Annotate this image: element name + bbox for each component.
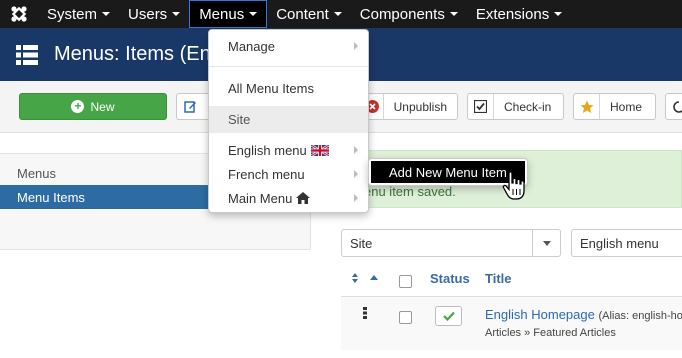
table-row	[341, 297, 682, 350]
plus-circle-icon: +	[71, 100, 85, 113]
caret-down-icon	[102, 12, 111, 16]
nav-system[interactable]: System	[38, 0, 119, 28]
list-icon	[16, 44, 38, 66]
joomla-logo-icon[interactable]	[0, 0, 38, 28]
page-title: Menus: Items (En	[54, 43, 211, 65]
checkin-button[interactable]: Check-in	[467, 93, 564, 120]
unpublish-button[interactable]: Unpublish	[362, 93, 458, 120]
nav-extensions[interactable]: Extensions	[467, 0, 571, 28]
nav-components[interactable]: Components	[351, 0, 467, 28]
nav-users[interactable]: Users	[119, 0, 189, 28]
drag-handle-icon[interactable]	[363, 307, 367, 322]
star-icon	[574, 94, 600, 119]
caret-down-icon	[172, 12, 181, 16]
chevron-right-icon	[354, 170, 358, 178]
home-button[interactable]: Home	[573, 93, 656, 120]
menu-item-english-menu[interactable]: English menu	[209, 138, 368, 162]
chevron-down-icon	[532, 230, 560, 256]
menu-item-all-menu-items[interactable]: All Menu Items	[209, 76, 368, 100]
menu-item-manage[interactable]: Manage	[209, 34, 368, 58]
checkbox-checked-icon	[468, 94, 494, 119]
edit-icon	[177, 94, 203, 119]
row-title: English Homepage (Alias: english-ho	[485, 307, 682, 322]
menu-item-french-menu[interactable]: French menu	[209, 162, 368, 186]
menu-item-main-menu[interactable]: Main Menu	[209, 186, 368, 210]
caret-down-icon	[449, 12, 458, 16]
nav-content[interactable]: Content	[267, 0, 351, 28]
nav-menus[interactable]: Menus	[189, 0, 268, 28]
top-navbar: System Users Menus Content Components Ex…	[0, 0, 682, 28]
menus-dropdown: Manage All Menu Items Site English menu …	[208, 29, 369, 213]
caret-down-icon	[554, 12, 563, 16]
edit-button[interactable]	[176, 93, 210, 120]
caret-down-icon	[249, 12, 258, 16]
select-all-checkbox[interactable]	[399, 275, 412, 288]
menu-select[interactable]: English menu	[571, 229, 682, 257]
row-title-link[interactable]: English Homepage	[485, 307, 595, 322]
title-column-header[interactable]: Title	[485, 271, 512, 286]
help-button[interactable]	[665, 93, 682, 120]
uk-flag-icon	[310, 144, 329, 156]
menu-divider	[209, 66, 368, 67]
hand-pointer-icon	[500, 170, 530, 202]
published-toggle[interactable]	[435, 306, 462, 326]
menu-item-site[interactable]: Site	[209, 106, 368, 133]
chevron-right-icon	[354, 146, 358, 154]
sort-arrows-icon[interactable]	[351, 272, 379, 287]
home-icon	[296, 192, 311, 204]
chevron-right-icon	[354, 42, 358, 50]
caret-down-icon	[333, 12, 342, 16]
check-icon	[442, 311, 455, 321]
chevron-right-icon	[354, 194, 358, 202]
row-alias: (Alias: english-ho	[598, 310, 682, 322]
row-subtitle: Articles » Featured Articles	[485, 327, 616, 339]
status-column-header[interactable]: Status	[430, 271, 470, 286]
alert-message: enu item saved.	[364, 184, 456, 199]
new-button[interactable]: + New	[19, 93, 167, 120]
help-icon	[666, 94, 682, 119]
row-checkbox[interactable]	[399, 311, 412, 324]
client-select[interactable]: Site	[341, 229, 561, 257]
